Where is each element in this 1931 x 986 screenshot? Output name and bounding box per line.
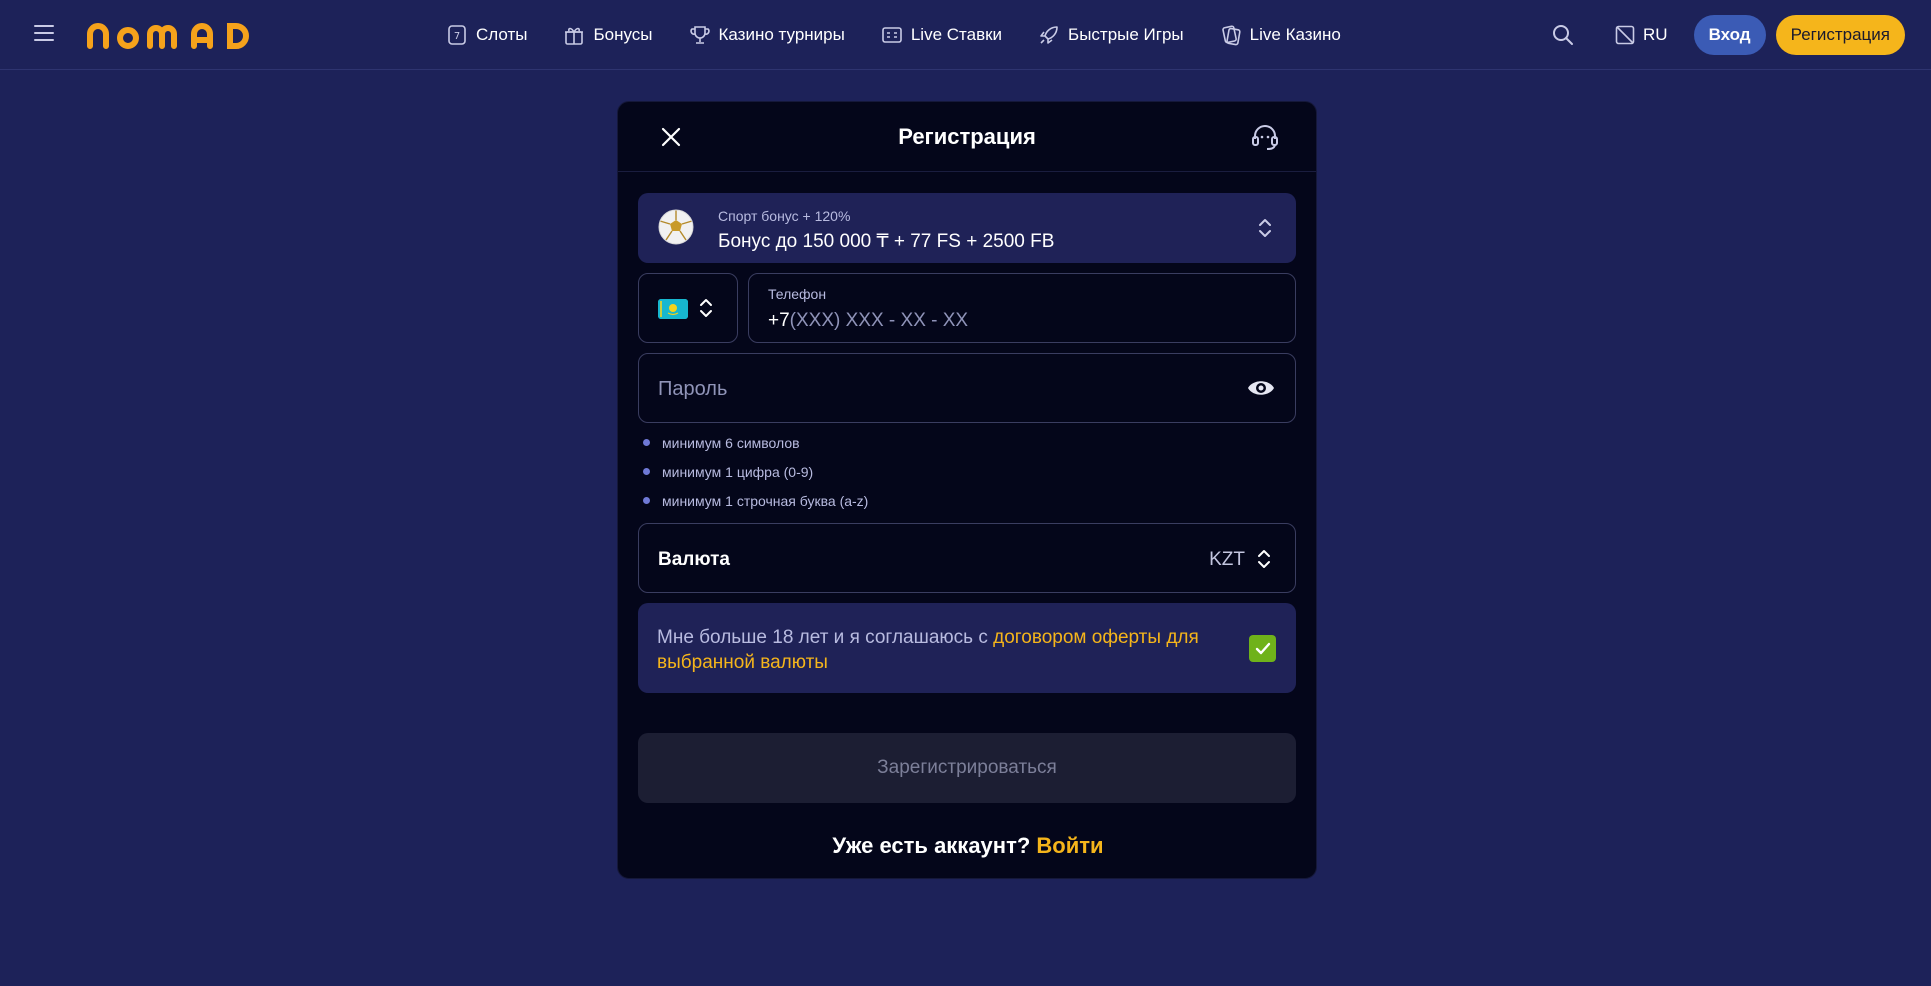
close-icon[interactable] (660, 126, 682, 148)
modal-title: Регистрация (898, 123, 1036, 149)
chevron-updown-icon (1258, 550, 1270, 568)
password-input[interactable] (658, 376, 1218, 402)
bullet-dot (643, 468, 650, 475)
nav-label: Live Казино (1249, 25, 1341, 44)
top-header: 7 Слоты Бонусы Казино турниры Live Ставк… (0, 0, 1931, 70)
currency-selector[interactable]: Валюта KZT (638, 523, 1296, 593)
agreement-checkbox[interactable] (1249, 635, 1276, 662)
bullet-dot (643, 439, 650, 446)
bonus-subtitle: Спорт бонус + 120% (718, 208, 851, 224)
trophy-icon (689, 26, 710, 44)
main-nav: 7 Слоты Бонусы Казино турниры Live Ставк… (446, 0, 1377, 70)
rule-text: минимум 6 символов (662, 435, 800, 451)
phone-prefix: +7 (768, 310, 790, 331)
list-item: минимум 1 строчная буква (a-z) (643, 493, 868, 522)
rocket-icon (1040, 26, 1058, 44)
currency-value: KZT (1209, 549, 1245, 570)
slot-icon: 7 (448, 25, 466, 45)
menu-icon[interactable] (34, 25, 54, 43)
nav-item-fast-games[interactable]: Быстрые Игры (1038, 24, 1184, 46)
login-prompt-text: Уже есть аккаунт? (832, 833, 1037, 858)
list-item: минимум 6 символов (643, 435, 868, 464)
registration-modal: Регистрация Спорт бонус + 120% Бонус до … (617, 101, 1317, 879)
header-actions: RU Вход Регистрация (1551, 0, 1905, 70)
search-icon[interactable] (1551, 23, 1575, 47)
kazakhstan-flag-icon (658, 299, 688, 319)
soccer-ball-icon (658, 209, 694, 245)
chevron-updown-icon (1259, 219, 1271, 237)
country-code-selector[interactable] (638, 273, 738, 343)
support-headset-icon[interactable] (1250, 122, 1280, 152)
password-field[interactable] (638, 353, 1296, 423)
nav-item-live-bets[interactable]: Live Ставки (881, 24, 1002, 46)
cards-icon (1221, 25, 1241, 46)
currency-label: Валюта (658, 549, 730, 570)
phone-input[interactable] (789, 310, 1230, 332)
nav-item-tournaments[interactable]: Казино турниры (689, 24, 845, 46)
bullet-dot (643, 497, 650, 504)
nav-label: Live Ставки (910, 25, 1003, 44)
phone-field[interactable]: Телефон +7 (748, 273, 1296, 343)
login-button[interactable]: Вход (1693, 15, 1766, 55)
bonus-selector[interactable]: Спорт бонус + 120% Бонус до 150 000 ₸ + … (638, 193, 1296, 263)
check-icon (1255, 642, 1270, 654)
bonus-title: Бонус до 150 000 ₸ + 77 FS + 2500 FB (718, 231, 1055, 252)
phone-row: +7 (768, 310, 1230, 332)
login-link[interactable]: Войти (1036, 833, 1103, 858)
agreement-box: Мне больше 18 лет и я соглашаюсь с догов… (638, 603, 1296, 693)
language-selector[interactable]: RU (1615, 25, 1668, 45)
login-prompt: Уже есть аккаунт? Войти (618, 833, 1318, 859)
nomad-logo[interactable] (86, 18, 256, 52)
agreement-text: Мне больше 18 лет и я соглашаюсь с догов… (657, 625, 1227, 675)
password-rules: минимум 6 символов минимум 1 цифра (0-9)… (643, 435, 868, 522)
flag-placeholder-icon (1615, 25, 1635, 45)
nav-label: Казино турниры (718, 25, 845, 44)
language-label: RU (1643, 25, 1668, 44)
rule-text: минимум 1 строчная буква (a-z) (662, 493, 869, 509)
nav-item-live-casino[interactable]: Live Казино (1220, 24, 1341, 46)
modal-header: Регистрация (618, 102, 1316, 172)
phone-label: Телефон (768, 286, 827, 302)
list-item: минимум 1 цифра (0-9) (643, 464, 868, 493)
nav-label: Слоты (476, 25, 528, 44)
svg-text:7: 7 (454, 31, 460, 42)
rule-text: минимум 1 цифра (0-9) (662, 464, 814, 480)
submit-registration-button[interactable]: Зарегистрироваться (638, 733, 1296, 803)
nav-label: Быстрые Игры (1068, 25, 1184, 44)
agreement-prefix: Мне больше 18 лет и я соглашаюсь с (657, 627, 994, 648)
register-button[interactable]: Регистрация (1775, 15, 1905, 55)
logo-graphic (87, 23, 249, 49)
gift-icon (565, 27, 584, 45)
nav-label: Бонусы (593, 25, 653, 44)
chevron-updown-icon (700, 299, 712, 317)
nav-item-slots[interactable]: 7 Слоты (446, 24, 527, 46)
scoreboard-icon (882, 27, 902, 43)
eye-icon[interactable] (1247, 378, 1275, 398)
nav-item-bonuses[interactable]: Бонусы (563, 24, 653, 46)
